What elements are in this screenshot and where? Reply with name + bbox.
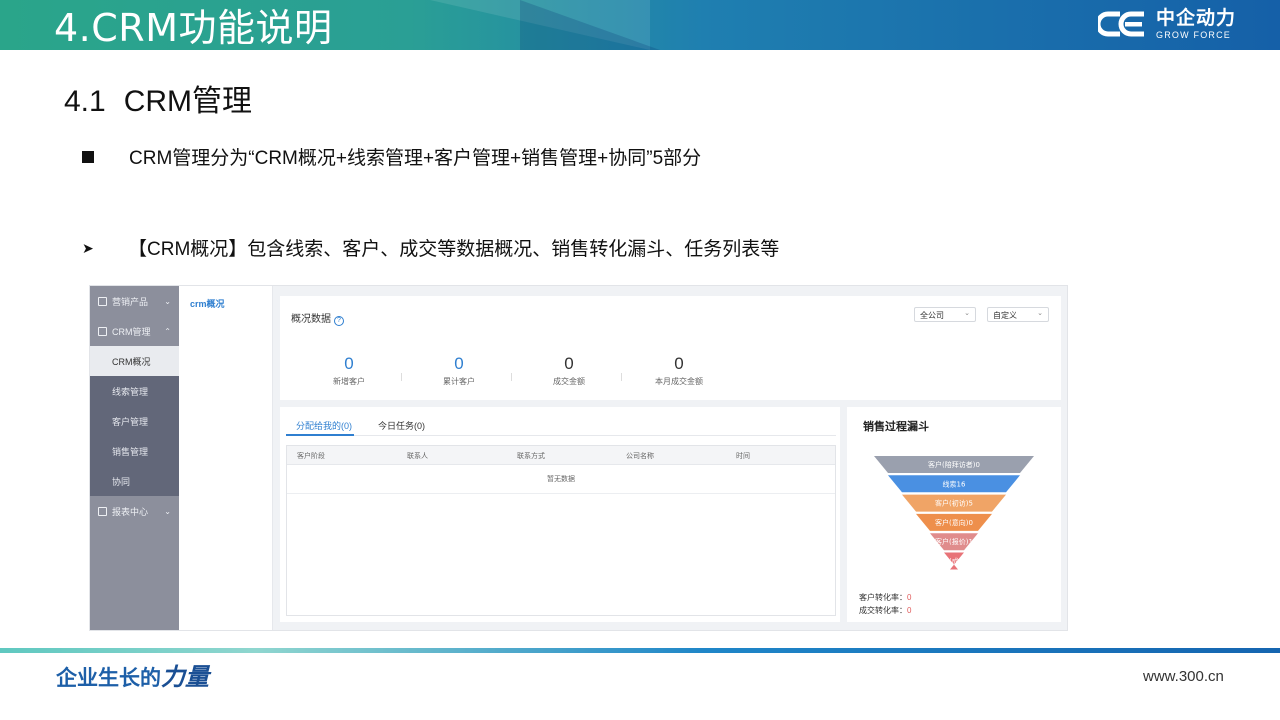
chevron-up-icon: ⌃ (164, 326, 171, 336)
stat-value: 0 (564, 354, 574, 373)
clipboard-icon (98, 506, 107, 516)
stat-new-customers: 0 新增客户 (294, 354, 404, 387)
header-shard-dark (520, 0, 660, 50)
footer-slogan: 企业生长的力量 (56, 664, 209, 693)
stat-value: 0 (454, 354, 464, 373)
funnel-stage-label: 客户(初访)5 (935, 499, 973, 508)
sidebar-item-label: CRM管理 (112, 326, 151, 337)
column-header: 公司名称 (626, 453, 654, 460)
help-icon[interactable]: ? (334, 316, 344, 326)
tasks-card: 分配给我的(0) 今日任务(0) 客户阶段 联系人 联系方式 公司名称 时间 暂… (280, 407, 840, 622)
company-select-value: 全公司 (920, 311, 944, 320)
bullet-text: CRM管理分为“CRM概况+线索管理+客户管理+销售管理+协同”5部分 (129, 148, 702, 169)
arrow-bullet-icon: ➤ (82, 240, 94, 256)
stat-deal-amount: 0 成交金额 (514, 354, 624, 387)
rate-value: 0 (907, 593, 912, 602)
sidebar-item-leads[interactable]: 线索管理 (90, 376, 179, 406)
column-header: 时间 (736, 453, 750, 460)
section-title: CRM管理 (123, 85, 253, 118)
ce-logo-icon (1098, 11, 1144, 37)
logo-chinese-text: 中企动力 (1156, 8, 1237, 29)
sidebar-item-label: 营销产品 (112, 296, 149, 307)
rate-label: 客户转化率： (859, 593, 907, 602)
overview-title: 概况数据? (291, 310, 344, 326)
stat-value: 0 (674, 354, 684, 373)
sidebar-item-reports[interactable]: 报表中心 ⌄ (90, 496, 179, 526)
company-select[interactable]: 全公司 ⌄ (914, 307, 976, 322)
chevron-down-icon: ⌄ (164, 506, 171, 516)
footer-url: www.300.cn (1143, 668, 1224, 685)
crm-subnav: crm概况 (179, 286, 273, 630)
sales-funnel: 客户(陪拜访者)0 线索16 客户(初访)5 客户(意向)0 客户(报价)1 客户(成交)… (874, 456, 1034, 570)
date-range-select-value: 自定义 (993, 311, 1017, 320)
subnav-item-crm-overview[interactable]: crm概况 (179, 286, 272, 310)
column-header: 客户阶段 (297, 453, 325, 460)
sidebar-item-crm[interactable]: CRM管理 ⌃ (90, 316, 179, 346)
sidebar-item-crm-overview[interactable]: CRM概况 (90, 346, 179, 376)
column-header: 联系方式 (517, 453, 545, 460)
crm-sidebar: 营销产品 ⌄ CRM管理 ⌃ CRM概况 线索管理 客户管理 销售管理 协同 报… (90, 286, 179, 630)
stat-label: 新增客户 (333, 377, 365, 386)
footer-band (0, 648, 1280, 653)
overview-card: 概况数据? 全公司 ⌄ 自定义 ⌄ 0 新增客户 0 累计客户 0 成交金额 0… (280, 296, 1061, 400)
bullet-item: CRM管理分为“CRM概况+线索管理+客户管理+销售管理+协同”5部分 (82, 147, 701, 171)
sidebar-item-label: 线索管理 (112, 386, 149, 397)
sidebar-item-label: 报表中心 (112, 506, 149, 517)
stat-divider (511, 373, 512, 381)
stat-total-customers: 0 累计客户 (404, 354, 514, 387)
sidebar-item-collaboration[interactable]: 协同 (90, 466, 179, 496)
stat-label: 成交金额 (553, 377, 585, 386)
sidebar-item-sales[interactable]: 销售管理 (90, 436, 179, 466)
chevron-down-icon: ⌄ (964, 310, 970, 317)
grid-icon (98, 296, 107, 306)
active-tab-indicator (286, 434, 354, 436)
stat-divider (621, 373, 622, 381)
funnel-stage-label: 客户(意向)0 (935, 518, 973, 527)
chevron-down-icon: ⌄ (1037, 310, 1043, 317)
header-band: 4.CRM功能说明 中企动力 GROW FORCE (0, 0, 1280, 50)
empty-state: 暂无数据 (287, 465, 835, 494)
stat-label: 本月成交金额 (655, 377, 703, 386)
deal-conversion-rate: 成交转化率：0 (859, 605, 911, 616)
overview-title-text: 概况数据 (291, 314, 331, 325)
task-table: 客户阶段 联系人 联系方式 公司名称 时间 暂无数据 (286, 445, 836, 616)
sidebar-item-label: CRM概况 (112, 356, 151, 367)
funnel-stage-label: 客户(陪拜访者)0 (928, 460, 980, 469)
stat-divider (401, 373, 402, 381)
chevron-down-icon: ⌄ (164, 296, 171, 306)
sidebar-item-label: 客户管理 (112, 416, 149, 427)
bullet-item: ➤ 【CRM概况】包含线索、客户、成交等数据概况、销售转化漏斗、任务列表等 (82, 236, 779, 262)
slogan-emphasis: 力量 (161, 664, 209, 691)
section-heading: 4.1 CRM管理 (64, 84, 252, 120)
rate-value: 0 (907, 606, 912, 615)
section-number: 4.1 (64, 85, 106, 118)
crm-screenshot: 营销产品 ⌄ CRM管理 ⌃ CRM概况 线索管理 客户管理 销售管理 协同 报… (89, 285, 1068, 631)
tab-divider (286, 435, 836, 436)
server-icon (98, 326, 107, 336)
company-logo: 中企动力 GROW FORCE (1098, 8, 1238, 44)
funnel-card: 销售过程漏斗 客户(陪拜访者)0 线索16 客户(初访)5 客户(意向)0 客户(报价)… (847, 407, 1061, 622)
tab-today-tasks[interactable]: 今日任务(0) (378, 419, 425, 432)
sidebar-item-label: 销售管理 (112, 446, 149, 457)
stat-label: 累计客户 (443, 377, 475, 386)
date-range-select[interactable]: 自定义 ⌄ (987, 307, 1049, 322)
sidebar-item-label: 协同 (112, 476, 131, 487)
slide-title: 4.CRM功能说明 (54, 6, 333, 50)
square-bullet-icon (82, 151, 94, 163)
slogan-prefix: 企业生长的 (56, 667, 161, 690)
tab-assigned-to-me[interactable]: 分配给我的(0) (296, 419, 352, 432)
rate-label: 成交转化率： (859, 606, 907, 615)
table-header: 客户阶段 联系人 联系方式 公司名称 时间 (287, 446, 835, 465)
customer-conversion-rate: 客户转化率：0 (859, 592, 911, 603)
sidebar-item-marketing[interactable]: 营销产品 ⌄ (90, 286, 179, 316)
logo-english-text: GROW FORCE (1156, 30, 1231, 40)
funnel-stage-label: 客户(成交)3 (935, 557, 973, 566)
stat-value: 0 (344, 354, 354, 373)
sidebar-item-customers[interactable]: 客户管理 (90, 406, 179, 436)
column-header: 联系人 (407, 453, 428, 460)
bullet-text: 【CRM概况】包含线索、客户、成交等数据概况、销售转化漏斗、任务列表等 (128, 239, 780, 260)
funnel-stage-label: 客户(报价)1 (935, 537, 973, 546)
funnel-stage-label: 线索16 (943, 479, 966, 488)
stat-month-deal-amount: 0 本月成交金额 (624, 354, 734, 387)
